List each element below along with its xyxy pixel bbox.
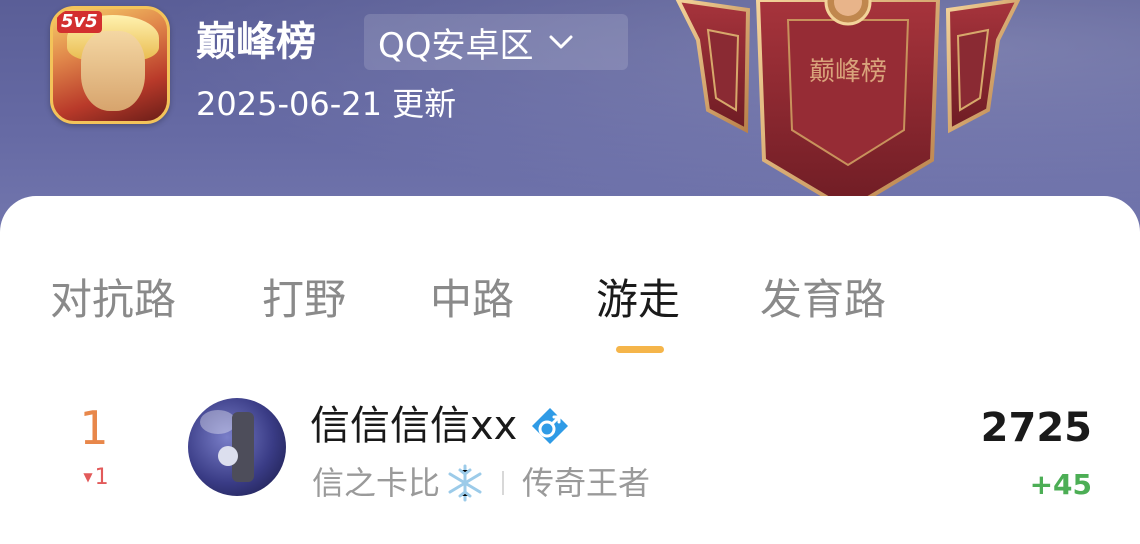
- avatar-figure: [232, 412, 254, 482]
- active-tab-indicator: [616, 346, 664, 353]
- rank-change: ▼1: [74, 462, 118, 493]
- rank-change-value: 1: [94, 465, 109, 490]
- snowflake-icon: [448, 464, 482, 502]
- hero-face: [81, 31, 145, 111]
- player-name-row[interactable]: 信信信信xx: [310, 398, 569, 454]
- avatar-glow: [218, 446, 238, 466]
- rank-down-arrow-icon: ▼: [83, 470, 93, 484]
- chevron-down-icon: [549, 35, 573, 49]
- tab-roam[interactable]: 游走: [596, 270, 680, 330]
- male-gender-icon: [532, 408, 569, 444]
- update-date: 2025-06-21 更新: [196, 85, 457, 123]
- peak-score: 2725: [980, 405, 1092, 451]
- avatar-highlight: [200, 410, 236, 434]
- region-selector[interactable]: QQ安卓区: [364, 14, 628, 70]
- tab-mid-lane[interactable]: 中路: [430, 270, 514, 330]
- page-title: 巅峰榜: [196, 19, 316, 65]
- player-tier: 传奇王者: [522, 464, 651, 502]
- region-label: QQ安卓区: [378, 25, 534, 66]
- tab-top-lane[interactable]: 对抗路: [50, 270, 176, 330]
- tab-jungle[interactable]: 打野: [262, 270, 346, 330]
- player-subtitle: 信之卡比 传奇王者: [312, 460, 650, 506]
- divider: [502, 471, 505, 495]
- avatar[interactable]: [188, 398, 286, 496]
- position-tabs: 对抗路 打野 中路 游走 发育路: [0, 270, 1140, 330]
- tab-farm-lane[interactable]: 发育路: [760, 270, 886, 330]
- player-name: 信信信信xx: [310, 403, 518, 449]
- player-title: 信之卡比: [312, 464, 441, 502]
- score-change: +45: [1029, 468, 1092, 501]
- rank-number: 1: [79, 401, 109, 455]
- emblem-label: 巅峰榜: [809, 57, 887, 87]
- game-app-icon: 5v5: [50, 6, 170, 124]
- app-badge-5v5: 5v5: [57, 11, 102, 33]
- peak-ranking-emblem: 巅峰榜: [675, 0, 1021, 213]
